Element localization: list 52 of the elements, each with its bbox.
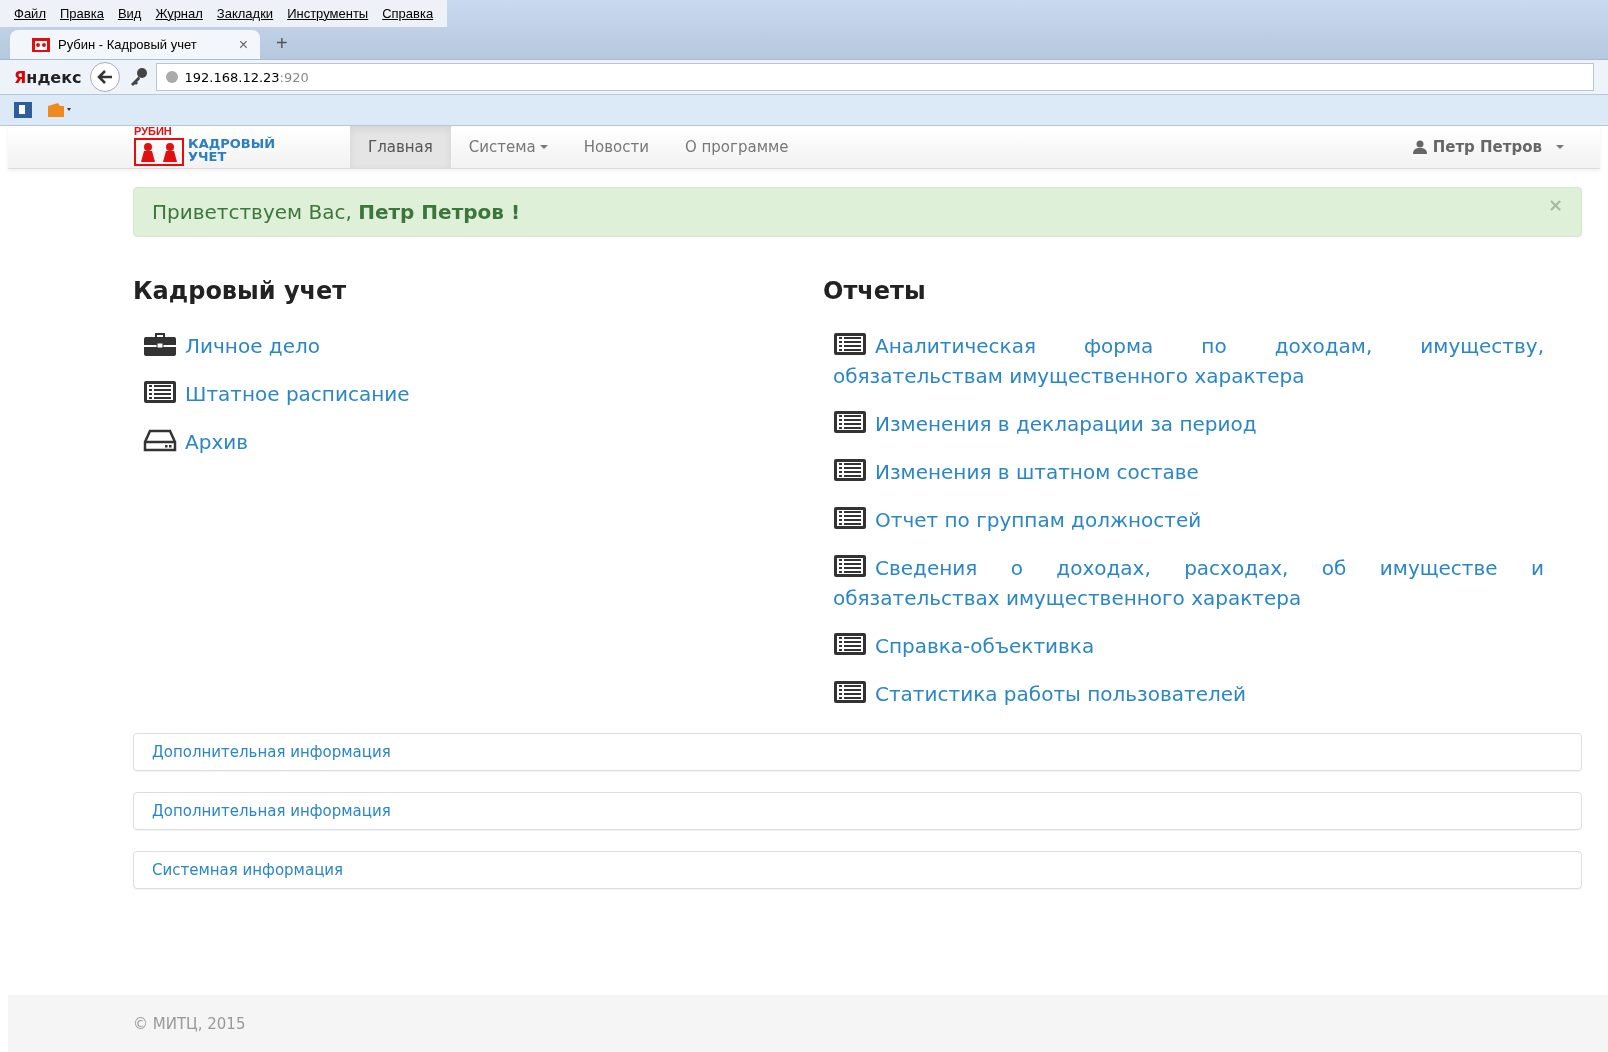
back-arrow-icon xyxy=(96,70,113,84)
back-button[interactable] xyxy=(89,62,120,92)
collapsible-panel[interactable]: Дополнительная информация xyxy=(133,733,1582,771)
nav-tab[interactable]: Новости xyxy=(565,126,667,168)
user-menu[interactable]: Петр Петров xyxy=(1412,126,1564,168)
browser-tab[interactable]: Рубин - Кадровый учет × xyxy=(10,30,260,59)
section-link[interactable]: Архив xyxy=(143,427,248,457)
copyright-text: © МИТЦ, 2015 xyxy=(133,1014,246,1033)
search-brand: Яндекс xyxy=(14,67,82,87)
section-heading: Кадровый учет xyxy=(133,277,348,305)
menu-item[interactable]: Справка xyxy=(382,6,434,21)
collapsible-panel[interactable]: Системная информация xyxy=(133,851,1582,889)
collapsible-panel[interactable]: Дополнительная информация xyxy=(133,792,1582,830)
address-field[interactable]: 192.168.12.23:920 xyxy=(155,63,1594,91)
report-link[interactable]: Сведения о доходах, расходах, об имуществе и обязательствах имущественного характера xyxy=(833,553,1544,613)
list-icon xyxy=(833,457,867,483)
caret-icon xyxy=(1556,145,1564,149)
menu-item[interactable]: Инструменты xyxy=(287,6,369,21)
report-link[interactable]: Изменения в штатном составе xyxy=(833,457,1544,487)
report-link[interactable]: Аналитическая форма по доходам, имуществу, обязательствам имущественного характера xyxy=(833,331,1544,391)
welcome-text: Приветствуем Вас, Петр Петров ! xyxy=(152,200,521,224)
report-link[interactable]: Справка-объективка xyxy=(833,631,1544,661)
bookmark-icon[interactable] xyxy=(14,102,32,118)
report-link[interactable]: Отчет по группам должностей xyxy=(833,505,1544,535)
tab-title: Рубин - Кадровый учет xyxy=(58,37,198,52)
nav-tab[interactable]: Главная xyxy=(350,126,451,168)
report-link[interactable]: Статистика работы пользователей xyxy=(833,679,1544,709)
menu-item[interactable]: Файл xyxy=(14,6,46,21)
drive-icon xyxy=(143,427,177,453)
new-tab-button[interactable]: + xyxy=(276,32,288,55)
close-button[interactable]: × xyxy=(238,35,248,54)
section-link[interactable]: Личное дело xyxy=(143,331,320,361)
list-icon xyxy=(833,679,867,705)
list-icon xyxy=(833,553,867,579)
section-heading: Отчеты xyxy=(823,277,927,305)
list-icon xyxy=(833,631,867,657)
menu-item[interactable]: Закладки xyxy=(216,6,274,21)
nav-tab[interactable]: О программе xyxy=(666,126,807,168)
report-link[interactable]: Изменения в декларации за период xyxy=(833,409,1544,439)
list-icon xyxy=(833,331,867,357)
briefcase-icon xyxy=(143,331,177,357)
section-link[interactable]: Штатное расписание xyxy=(143,379,410,409)
menu-item[interactable]: Правка xyxy=(59,6,104,21)
list-icon xyxy=(833,505,867,531)
menu-item[interactable]: Журнал xyxy=(155,6,203,21)
list-icon xyxy=(143,379,177,405)
app-logo[interactable]: РУБИН КАДРОВЫЙ УЧЕТ xyxy=(134,126,350,168)
list-icon xyxy=(833,409,867,435)
menu-item[interactable]: Вид xyxy=(117,6,142,21)
nav-tab[interactable]: Система xyxy=(450,126,566,168)
logo-icon xyxy=(32,37,50,52)
user-icon xyxy=(1412,140,1427,154)
